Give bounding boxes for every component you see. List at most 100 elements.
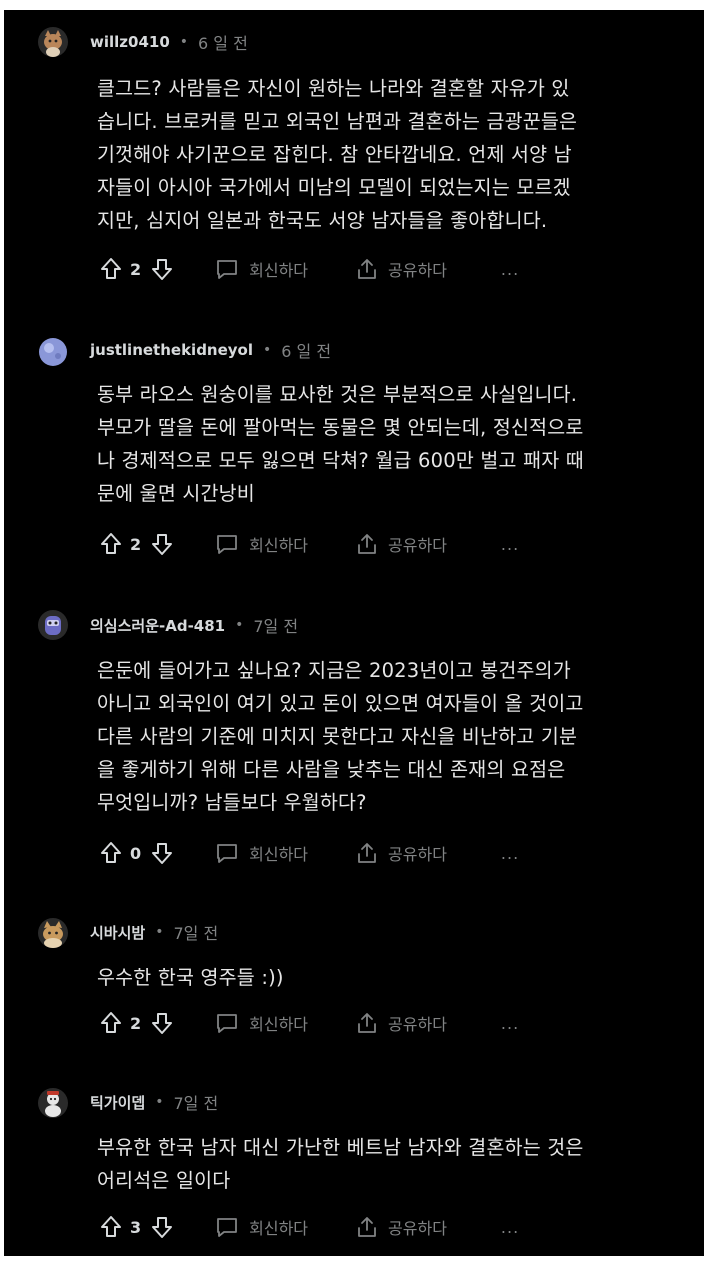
username[interactable]: 의심스러운-Ad-481 bbox=[90, 615, 225, 636]
upvote-icon[interactable] bbox=[100, 257, 122, 281]
comment-body: 우수한 한국 영주들 :)) bbox=[97, 961, 687, 994]
upvote-icon[interactable] bbox=[100, 532, 122, 556]
comment-line: 어리석은 일이다 bbox=[97, 1169, 231, 1192]
reply-button[interactable]: 회신하다 bbox=[215, 257, 308, 281]
separator-dot: • bbox=[155, 1094, 164, 1110]
downvote-icon[interactable] bbox=[151, 257, 173, 281]
share-button[interactable]: 공유하다 bbox=[356, 1215, 447, 1239]
share-label: 공유하다 bbox=[388, 1219, 447, 1238]
reply-button[interactable]: 회신하다 bbox=[215, 532, 308, 556]
comment-line: 클그드? 사람들은 자신이 원하는 나라와 결혼할 자유가 있 bbox=[97, 77, 570, 100]
reply-label: 회신하다 bbox=[249, 261, 309, 280]
downvote-icon[interactable] bbox=[151, 1011, 173, 1035]
comment-actions: 2 회신하다 공유하다 ... bbox=[100, 255, 519, 283]
comment-line: 지만, 심지어 일본과 한국도 서양 남자들을 좋아합니다. bbox=[97, 209, 548, 232]
separator-dot: • bbox=[235, 617, 244, 633]
comment-body: 은둔에 들어가고 싶나요? 지금은 2023년이고 봉건주의가 아니고 외국인이… bbox=[97, 654, 687, 819]
comment-meta: willz0410 • 6 일 전 bbox=[90, 30, 248, 54]
share-button[interactable]: 공유하다 bbox=[356, 841, 447, 865]
comment-line: 동부 라오스 원숭이를 묘사한 것은 부분적으로 사실입니다. bbox=[97, 383, 578, 406]
share-icon bbox=[356, 841, 378, 865]
comment-line: 을 좋게하기 위해 다른 사람을 낮추는 대신 존재의 요점은 bbox=[97, 758, 566, 781]
downvote-icon[interactable] bbox=[151, 1215, 173, 1239]
reply-button[interactable]: 회신하다 bbox=[215, 1011, 308, 1035]
vote-count: 3 bbox=[130, 1217, 142, 1237]
comment-line: 은둔에 들어가고 싶나요? 지금은 2023년이고 봉건주의가 bbox=[97, 659, 571, 682]
share-button[interactable]: 공유하다 bbox=[356, 257, 447, 281]
comment-line: 우수한 한국 영주들 :)) bbox=[97, 966, 284, 989]
comment-meta: 의심스러운-Ad-481 • 7일 전 bbox=[90, 613, 298, 637]
comment-meta: 시바시밤 • 7일 전 bbox=[90, 920, 218, 944]
comment-body: 부유한 한국 남자 대신 가난한 베트남 남자와 결혼하는 것은 어리석은 일이… bbox=[97, 1131, 687, 1197]
more-options-icon[interactable]: ... bbox=[501, 1014, 519, 1033]
downvote-icon[interactable] bbox=[151, 841, 173, 865]
comment-body: 동부 라오스 원숭이를 묘사한 것은 부분적으로 사실입니다. 부모가 딸을 돈… bbox=[97, 378, 687, 510]
comment-line: 무엇입니까? 남들보다 우월하다? bbox=[97, 791, 367, 814]
more-options-icon[interactable]: ... bbox=[501, 535, 519, 554]
share-icon bbox=[356, 1215, 378, 1239]
more-options-icon[interactable]: ... bbox=[501, 260, 519, 279]
reply-label: 회신하다 bbox=[249, 1015, 309, 1034]
chat-bubble-icon bbox=[215, 1012, 239, 1034]
upvote-icon[interactable] bbox=[100, 1215, 122, 1239]
comment-line: 부모가 딸을 돈에 팔아먹는 동물은 몇 안되는데, 정신적으로 bbox=[97, 416, 584, 439]
comment-line: 나 경제적으로 모두 잃으면 닥쳐? 월급 600만 벌고 패자 때 bbox=[97, 449, 584, 472]
username[interactable]: justlinethekidneyol bbox=[90, 341, 253, 359]
username[interactable]: 틱가이뎁 bbox=[90, 1092, 145, 1113]
reply-button[interactable]: 회신하다 bbox=[215, 1215, 308, 1239]
comment-actions: 2 회신하다 공유하다 ... bbox=[100, 530, 519, 558]
share-icon bbox=[356, 532, 378, 556]
alien-avatar-icon[interactable] bbox=[38, 610, 68, 640]
timestamp: 6 일 전 bbox=[281, 342, 332, 361]
share-label: 공유하다 bbox=[388, 261, 447, 280]
comment-line: 기껏해야 사기꾼으로 잡힌다. 참 안타깝네요. 언제 서양 남 bbox=[97, 143, 572, 166]
share-label: 공유하다 bbox=[388, 1015, 447, 1034]
chat-bubble-icon bbox=[215, 1216, 239, 1238]
separator-dot: • bbox=[179, 34, 189, 50]
comment-line: 다른 사람의 기준에 미치지 못한다고 자신을 비난하고 기분 bbox=[97, 725, 578, 748]
upvote-icon[interactable] bbox=[100, 841, 122, 865]
timestamp: 7일 전 bbox=[173, 924, 219, 943]
dog-avatar-icon[interactable] bbox=[38, 918, 68, 948]
downvote-icon[interactable] bbox=[151, 532, 173, 556]
vote-count: 2 bbox=[130, 1013, 142, 1033]
comment-line: 부유한 한국 남자 대신 가난한 베트남 남자와 결혼하는 것은 bbox=[97, 1136, 584, 1159]
vote-count: 0 bbox=[130, 843, 142, 863]
share-label: 공유하다 bbox=[388, 845, 447, 864]
share-button[interactable]: 공유하다 bbox=[356, 532, 447, 556]
share-button[interactable]: 공유하다 bbox=[356, 1011, 447, 1035]
chat-bubble-icon bbox=[215, 842, 239, 864]
comment-line: 아니고 외국인이 여기 있고 돈이 있으면 여자들이 올 것이고 bbox=[97, 692, 584, 715]
comment-meta: justlinethekidneyol • 6 일 전 bbox=[90, 338, 331, 362]
share-icon bbox=[356, 1011, 378, 1035]
share-label: 공유하다 bbox=[388, 536, 447, 555]
comment-thread: willz0410 • 6 일 전 클그드? 사람들은 자신이 원하는 나라와 … bbox=[4, 10, 704, 1256]
timestamp: 7일 전 bbox=[173, 1094, 219, 1113]
reply-label: 회신하다 bbox=[249, 845, 309, 864]
username[interactable]: 시바시밤 bbox=[90, 922, 145, 943]
comment-actions: 0 회신하다 공유하다 ... bbox=[100, 839, 519, 867]
snowman-avatar-icon[interactable] bbox=[38, 1088, 68, 1118]
comment-line: 습니다. 브로커를 믿고 외국인 남편과 결혼하는 금광꾼들은 bbox=[97, 110, 578, 133]
comment-body: 클그드? 사람들은 자신이 원하는 나라와 결혼할 자유가 있 습니다. 브로커… bbox=[97, 72, 687, 237]
vote-count: 2 bbox=[130, 259, 142, 279]
timestamp: 6 일 전 bbox=[198, 34, 248, 53]
timestamp: 7일 전 bbox=[253, 617, 299, 636]
reply-label: 회신하다 bbox=[249, 1219, 309, 1238]
comment-actions: 3 회신하다 공유하다 ... bbox=[100, 1213, 519, 1241]
planet-avatar-icon[interactable] bbox=[38, 337, 68, 367]
separator-dot: • bbox=[263, 342, 272, 358]
comment-meta: 틱가이뎁 • 7일 전 bbox=[90, 1090, 218, 1114]
upvote-icon[interactable] bbox=[100, 1011, 122, 1035]
username[interactable]: willz0410 bbox=[90, 33, 170, 51]
comment-actions: 2 회신하다 공유하다 ... bbox=[100, 1009, 519, 1037]
more-options-icon[interactable]: ... bbox=[501, 844, 519, 863]
vote-count: 2 bbox=[130, 534, 142, 554]
comment-line: 문에 울면 시간낭비 bbox=[97, 482, 255, 505]
more-options-icon[interactable]: ... bbox=[501, 1218, 519, 1237]
comment-line: 자들이 아시아 국가에서 미남의 모델이 되었는지는 모르겠 bbox=[97, 176, 571, 199]
cat-avatar-icon[interactable] bbox=[38, 27, 68, 57]
reply-label: 회신하다 bbox=[249, 536, 309, 555]
separator-dot: • bbox=[155, 924, 164, 940]
reply-button[interactable]: 회신하다 bbox=[215, 841, 308, 865]
